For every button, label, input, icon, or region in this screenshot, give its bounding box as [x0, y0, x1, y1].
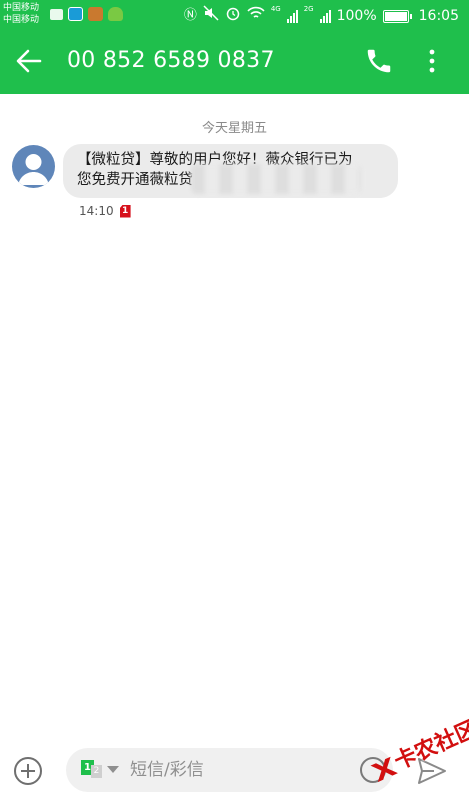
clock: 16:05 [418, 8, 459, 24]
android-notification-icon [108, 7, 123, 21]
network-type-1: 4G [270, 5, 281, 13]
battery-percent: 100% [336, 8, 377, 24]
message-input[interactable] [130, 757, 350, 783]
back-button[interactable] [14, 46, 44, 76]
message-bubble[interactable]: 【微粒贷】尊敬的用户您好！薇众银行已为 您免费开通薇粒贷 [63, 144, 398, 198]
sim-selector[interactable]: 1 2 [81, 760, 119, 778]
date-separator: 今天星期五 [201, 121, 267, 136]
status-bar: 中国移动 中国移动 Ⓝ 4G 2G 100% 16:05 [0, 0, 469, 30]
battery-icon [382, 9, 412, 23]
status-indicators: Ⓝ 4G 2G 100% 16:05 [184, 5, 459, 27]
nfc-icon: Ⓝ [183, 8, 197, 23]
game-app-notification-icon [88, 7, 103, 21]
more-options-button[interactable] [420, 46, 444, 76]
message-time: 14:10 [79, 204, 114, 218]
message-meta: 14:10 1 [79, 204, 131, 218]
phone-icon [367, 49, 391, 73]
carrier-info: 中国移动 中国移动 [3, 2, 39, 26]
avatar[interactable] [12, 145, 55, 188]
carrier-2: 中国移动 [3, 15, 40, 25]
add-attachment-button[interactable] [14, 757, 42, 785]
chevron-down-icon [107, 766, 119, 773]
arrow-left-icon [16, 49, 42, 73]
alarm-icon [225, 5, 241, 27]
contact-number: 00 852 6589 0837 [67, 48, 275, 73]
person-icon [18, 154, 49, 185]
notification-icons [50, 7, 123, 21]
wifi-icon [247, 6, 265, 26]
signal-icon-2 [319, 9, 331, 23]
input-container: 1 2 [66, 748, 393, 792]
signal-icon [286, 9, 298, 23]
shield-app-notification-icon [68, 7, 83, 21]
mute-icon [203, 5, 219, 27]
sim-2-icon: 2 [91, 765, 102, 778]
sim-card-icon: 1 [119, 204, 131, 218]
battery-fill [384, 11, 407, 21]
more-vertical-icon [429, 49, 435, 73]
carrier-1: 中国移动 [3, 3, 40, 13]
call-button[interactable] [364, 46, 394, 76]
conversation-header: 00 852 6589 0837 [0, 30, 469, 94]
network-type-2: 2G [303, 5, 314, 13]
watermark-text: 卡农社区 [390, 716, 469, 776]
blurred-redaction [191, 164, 361, 194]
activity-notification-icon [50, 9, 63, 20]
